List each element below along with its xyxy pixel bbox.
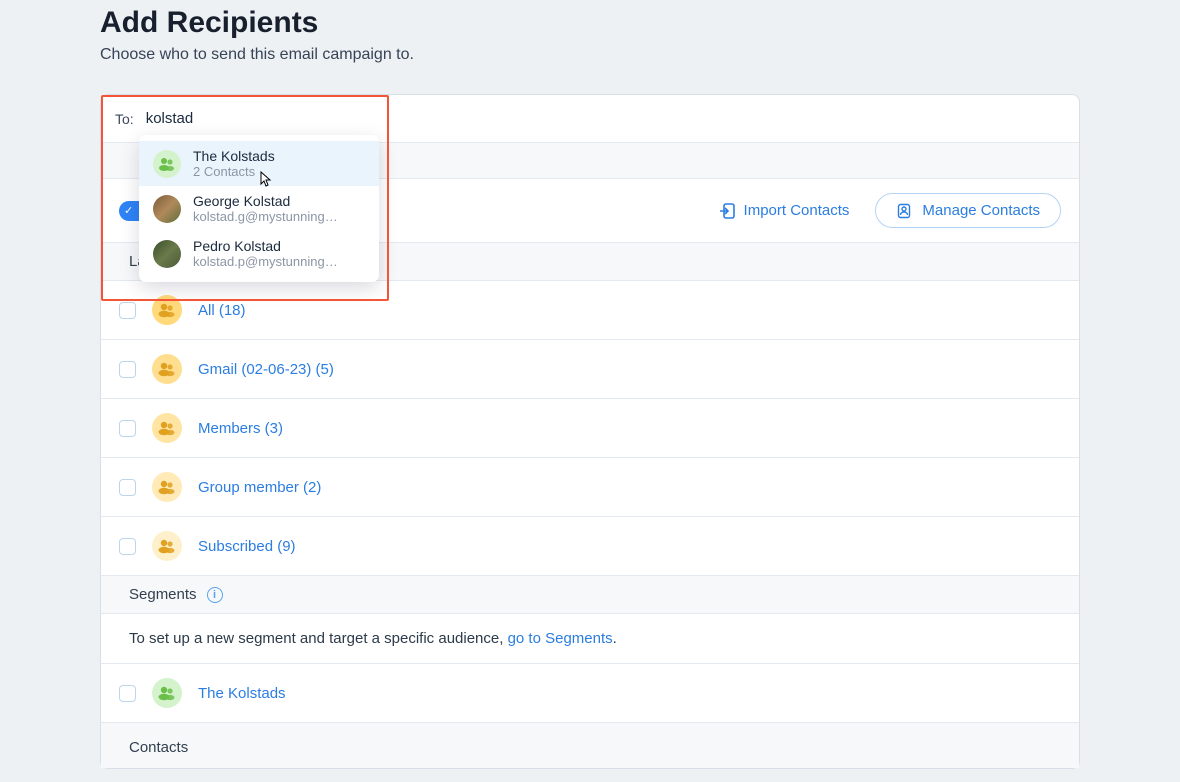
label-text: Gmail (02-06-23) (5): [198, 361, 334, 378]
segments-note-suffix: .: [613, 630, 617, 647]
autocomplete-dropdown: The Kolstads 2 Contacts George Kolstad k…: [139, 135, 379, 282]
segment-icon: [152, 678, 182, 708]
label-icon: [152, 472, 182, 502]
to-field-row: To: The Kolstads 2 Contacts: [101, 95, 1079, 143]
contacts-section-header: Contacts: [101, 723, 1079, 768]
manage-contacts-label: Manage Contacts: [922, 202, 1040, 219]
go-to-segments-link[interactable]: go to Segments: [508, 630, 613, 647]
autocomplete-item-secondary: 2 Contacts: [193, 164, 365, 179]
label-text: Group member (2): [198, 479, 321, 496]
avatar: [153, 240, 181, 268]
label-row[interactable]: Gmail (02-06-23) (5): [101, 340, 1079, 399]
label-icon: [152, 354, 182, 384]
contacts-header-text: Contacts: [129, 739, 188, 756]
import-icon: [718, 202, 736, 220]
autocomplete-item-primary: George Kolstad: [193, 193, 365, 209]
label-icon: [152, 295, 182, 325]
label-text: All (18): [198, 302, 246, 319]
autocomplete-item-primary: Pedro Kolstad: [193, 238, 365, 254]
avatar: [153, 195, 181, 223]
import-contacts-label: Import Contacts: [744, 202, 850, 219]
label-row[interactable]: All (18): [101, 281, 1079, 340]
label-row[interactable]: Members (3): [101, 399, 1079, 458]
page-subtitle: Choose who to send this email campaign t…: [100, 46, 1080, 64]
segment-text: The Kolstads: [198, 685, 286, 702]
label-icon: [152, 413, 182, 443]
segments-section-header: Segments i: [101, 576, 1079, 614]
import-contacts-button[interactable]: Import Contacts: [718, 202, 850, 220]
checkbox[interactable]: [119, 420, 136, 437]
label-icon: [152, 531, 182, 561]
autocomplete-item-secondary: kolstad.p@mystunning…: [193, 254, 365, 269]
segments-note-prefix: To set up a new segment and target a spe…: [129, 630, 508, 647]
autocomplete-item[interactable]: The Kolstads 2 Contacts: [139, 141, 379, 186]
checkbox[interactable]: [119, 361, 136, 378]
contacts-icon: [896, 203, 912, 219]
label-text: Members (3): [198, 420, 283, 437]
segments-note: To set up a new segment and target a spe…: [101, 614, 1079, 664]
checkbox[interactable]: [119, 538, 136, 555]
autocomplete-item[interactable]: George Kolstad kolstad.g@mystunning…: [139, 186, 379, 231]
autocomplete-item-secondary: kolstad.g@mystunning…: [193, 209, 365, 224]
label-text: Subscribed (9): [198, 538, 296, 555]
manage-contacts-button[interactable]: Manage Contacts: [875, 193, 1061, 228]
to-label: To:: [115, 111, 134, 127]
label-row[interactable]: Group member (2): [101, 458, 1079, 517]
label-row[interactable]: Subscribed (9): [101, 517, 1079, 576]
page-title: Add Recipients: [100, 6, 1080, 40]
segments-header-text: Segments: [129, 586, 197, 603]
info-icon[interactable]: i: [207, 587, 223, 603]
checkbox[interactable]: [119, 302, 136, 319]
to-input[interactable]: [146, 110, 366, 127]
checkbox[interactable]: [119, 685, 136, 702]
checkbox[interactable]: [119, 479, 136, 496]
recipients-card: To: The Kolstads 2 Contacts: [100, 94, 1080, 769]
group-icon: [153, 150, 181, 178]
segment-row[interactable]: The Kolstads: [101, 664, 1079, 723]
autocomplete-item[interactable]: Pedro Kolstad kolstad.p@mystunning…: [139, 231, 379, 276]
autocomplete-item-primary: The Kolstads: [193, 148, 365, 164]
check-icon: ✓: [124, 204, 133, 217]
